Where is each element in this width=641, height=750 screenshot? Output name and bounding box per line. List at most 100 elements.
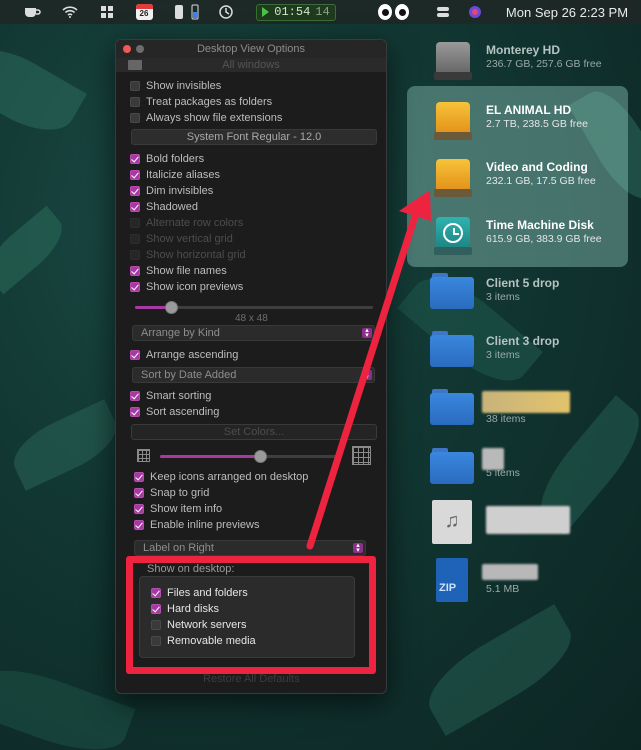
option-label: Arrange ascending xyxy=(146,349,239,361)
desktop-item-file[interactable]: ZIP 5.1 MB xyxy=(430,558,630,608)
grid-menu-icon[interactable] xyxy=(96,0,118,24)
option-label: Show icon previews xyxy=(146,281,244,293)
checkbox[interactable] xyxy=(130,202,140,212)
option-label: Alternate row colors xyxy=(146,217,244,229)
audio-file-icon: ♫ xyxy=(432,500,472,544)
calendar-day: 26 xyxy=(139,9,149,18)
item-name: Time Machine Disk xyxy=(486,218,594,232)
option-show-icon-previews[interactable]: Show icon previews xyxy=(130,280,243,294)
option-label: Dim invisibles xyxy=(146,185,214,197)
label-position-popup[interactable]: Label on Right ▴ ▾ xyxy=(134,540,366,556)
wallpaper-leaf xyxy=(415,604,585,736)
close-button[interactable] xyxy=(123,45,131,53)
popup-arrows-icon: ▴ ▾ xyxy=(362,327,372,339)
option-arrange-ascending[interactable]: Arrange ascending xyxy=(130,348,238,362)
option-snap-to-grid[interactable]: Snap to grid xyxy=(134,486,209,500)
option-treat-packages[interactable]: Treat packages as folders xyxy=(130,95,272,109)
desktop-item-disk[interactable]: Time Machine Disk 615.9 GB, 383.9 GB fre… xyxy=(430,211,630,261)
redacted-name xyxy=(482,391,570,413)
checkbox xyxy=(130,250,140,260)
desktop-item-folder[interactable]: 38 items xyxy=(430,385,630,435)
item-name: Monterey HD xyxy=(486,43,561,57)
item-info: 3 items xyxy=(486,291,520,303)
option-inline-previews[interactable]: Enable inline previews xyxy=(134,518,259,532)
redacted-name xyxy=(486,506,570,534)
desktop-item-disk[interactable]: Video and Coding 232.1 GB, 17.5 GB free xyxy=(430,153,630,203)
desktop-item-file[interactable]: ♫ xyxy=(430,500,630,550)
checkbox[interactable] xyxy=(130,282,140,292)
desktop-item-folder[interactable]: Client 5 drop 3 items xyxy=(430,269,630,319)
timer-seconds: 14 xyxy=(315,5,330,19)
icon-size-slider-knob[interactable] xyxy=(164,301,178,314)
grid-spacing-slider[interactable] xyxy=(160,455,342,458)
checkbox xyxy=(130,218,140,228)
desktop-item-folder[interactable]: 5 items xyxy=(430,444,630,494)
checkbox[interactable] xyxy=(134,520,144,530)
option-label: Treat packages as folders xyxy=(146,96,273,108)
desktop-item-disk[interactable]: Monterey HD 236.7 GB, 257.6 GB free xyxy=(430,36,630,86)
timer-widget[interactable]: 01:54 14 xyxy=(256,0,336,24)
checkbox[interactable] xyxy=(130,266,140,276)
option-label: Show vertical grid xyxy=(146,233,233,245)
checkbox[interactable] xyxy=(134,472,144,482)
option-shadowed[interactable]: Shadowed xyxy=(130,200,198,214)
item-info: 232.1 GB, 17.5 GB free xyxy=(486,175,596,187)
checkbox[interactable] xyxy=(130,81,140,91)
play-icon xyxy=(262,7,270,17)
option-label: Show invisibles xyxy=(146,80,222,92)
option-dim-invisibles[interactable]: Dim invisibles xyxy=(130,184,213,198)
panel-title: Desktop View Options xyxy=(196,43,306,55)
font-button[interactable]: System Font Regular - 12.0 xyxy=(131,129,377,145)
checkbox[interactable] xyxy=(130,391,140,401)
sort-by-popup[interactable]: Sort by Date Added ▴ ▾ xyxy=(132,367,375,383)
item-info: 2.7 TB, 238.5 GB free xyxy=(486,118,588,130)
wallpaper-leaf xyxy=(0,34,87,146)
option-bold-folders[interactable]: Bold folders xyxy=(130,152,204,166)
option-smart-sorting[interactable]: Smart sorting xyxy=(130,389,211,403)
calendar-icon[interactable]: 26 xyxy=(133,0,155,24)
item-info: 3 items xyxy=(486,349,520,361)
desktop-item-disk[interactable]: EL ANIMAL HD 2.7 TB, 238.5 GB free xyxy=(430,96,630,146)
scope-label: All windows xyxy=(222,59,280,71)
scope-row[interactable]: All windows xyxy=(116,58,386,72)
grid-spacing-slider-knob[interactable] xyxy=(254,450,268,463)
option-show-file-names[interactable]: Show file names xyxy=(130,264,227,278)
history-clock-icon[interactable] xyxy=(214,0,238,24)
option-show-invisibles[interactable]: Show invisibles xyxy=(130,79,221,93)
wifi-icon[interactable] xyxy=(58,0,82,24)
checkbox[interactable] xyxy=(130,407,140,417)
menu-clock[interactable]: Mon Sep 26 2:23 PM xyxy=(497,0,637,24)
arrange-by-value: Arrange by Kind xyxy=(141,327,220,339)
checkbox[interactable] xyxy=(130,113,140,123)
option-label: Show file names xyxy=(146,265,227,277)
checkbox[interactable] xyxy=(130,350,140,360)
checkbox[interactable] xyxy=(130,170,140,180)
small-grid-icon xyxy=(137,449,150,462)
checkbox[interactable] xyxy=(134,488,144,498)
checkbox[interactable] xyxy=(130,97,140,107)
item-info: 5 items xyxy=(486,467,520,479)
option-italicize-aliases[interactable]: Italicize aliases xyxy=(130,168,220,182)
option-keep-arranged[interactable]: Keep icons arranged on desktop xyxy=(134,470,308,484)
wallpaper-leaf xyxy=(0,205,73,295)
option-show-item-info[interactable]: Show item info xyxy=(134,502,222,516)
battery-icon[interactable] xyxy=(186,0,204,24)
checkbox[interactable] xyxy=(130,186,140,196)
option-show-extensions[interactable]: Always show file extensions xyxy=(130,111,282,125)
coffee-cup-icon[interactable] xyxy=(20,0,44,24)
restore-defaults-button[interactable]: Restore All Defaults xyxy=(203,673,300,685)
panel-titlebar[interactable]: Desktop View Options xyxy=(116,40,386,58)
checkbox[interactable] xyxy=(130,154,140,164)
timer-main: 01:54 xyxy=(274,5,311,19)
arrange-by-popup[interactable]: Arrange by Kind ▴ ▾ xyxy=(132,325,375,341)
eyes-icon[interactable] xyxy=(370,0,416,24)
siri-icon[interactable] xyxy=(464,0,486,24)
option-label: Bold folders xyxy=(146,153,205,165)
minimize-button[interactable] xyxy=(136,45,144,53)
set-colors-button[interactable]: Set Colors... xyxy=(131,424,377,440)
menu-extra-icon[interactable] xyxy=(432,0,454,24)
desktop-item-folder[interactable]: Client 3 drop 3 items xyxy=(430,327,630,377)
checkbox[interactable] xyxy=(134,504,144,514)
label-position-value: Label on Right xyxy=(143,542,214,554)
option-sort-ascending[interactable]: Sort ascending xyxy=(130,405,219,419)
